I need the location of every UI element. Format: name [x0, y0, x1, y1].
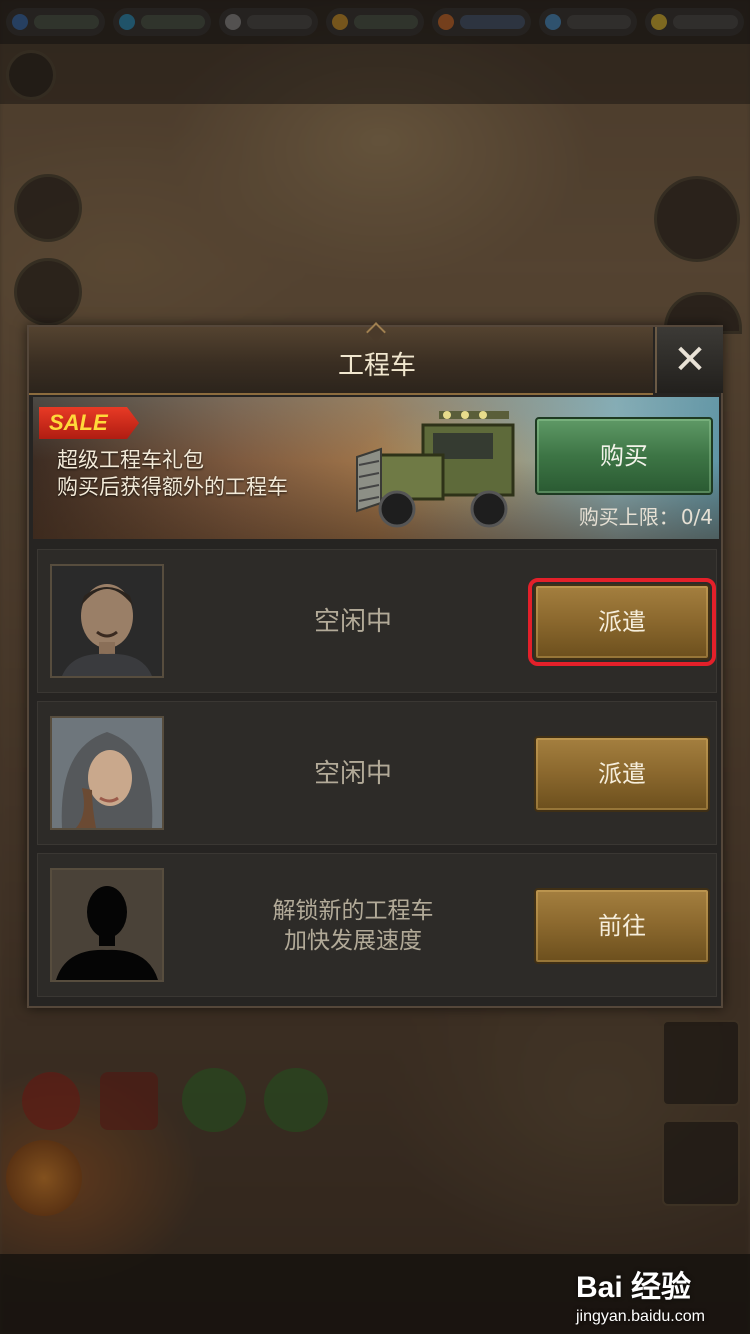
watermark-logo: Bai 经验 [576, 1271, 692, 1304]
go-button[interactable]: 前往 [534, 888, 710, 964]
dispatch-button[interactable]: 派遣 [534, 736, 710, 812]
baidu-jingyan-watermark: Bai 经验 jingyan.baidu.com [576, 1262, 746, 1326]
locked-silhouette-avatar [50, 868, 164, 982]
header-notch [366, 322, 386, 342]
buy-button[interactable]: 购买 [535, 417, 713, 495]
unlock-hint-line2: 加快发展速度 [284, 928, 422, 954]
hooded-woman-avatar [50, 716, 164, 830]
banner-title: 超级工程车礼包 [57, 448, 204, 472]
engineering-truck-icon [356, 411, 515, 528]
vehicle-slot: 空闲中 派遣 [37, 549, 717, 693]
slot-status: 空闲中 [313, 759, 392, 789]
watermark-url: jingyan.baidu.com [576, 1308, 705, 1325]
close-icon: ✕ [673, 337, 707, 383]
purchase-limit-value: 0/4 [680, 505, 713, 529]
dialog-title: 工程车 [337, 351, 416, 381]
engineering-vehicle-dialog: 工程车 ✕ SALE 超级工程车礼包 购买后获得额外的工程车 购买 购买上限： … [27, 322, 723, 1008]
sale-banner: SALE 超级工程车礼包 购买后获得额外的工程车 购买 购买上限： 0/4 [33, 397, 719, 539]
banner-description: 超级工程车礼包 购买后获得额外的工程车 [57, 447, 288, 501]
male-commander-avatar [50, 564, 164, 678]
vehicle-slot: 空闲中 派遣 [37, 701, 717, 845]
sale-tag: SALE [39, 407, 139, 439]
slot-status: 解锁新的工程车 加快发展速度 [188, 896, 518, 956]
locked-vehicle-slot: 解锁新的工程车 加快发展速度 前往 [37, 853, 717, 997]
close-button[interactable]: ✕ [655, 327, 723, 393]
slot-status: 空闲中 [313, 607, 392, 637]
purchase-limit: 购买上限： 0/4 [535, 501, 713, 530]
purchase-limit-label: 购买上限： [578, 505, 679, 529]
banner-subtitle: 购买后获得额外的工程车 [57, 475, 288, 499]
unlock-hint-line1: 解锁新的工程车 [272, 898, 434, 924]
dispatch-button[interactable]: 派遣 [528, 578, 716, 666]
